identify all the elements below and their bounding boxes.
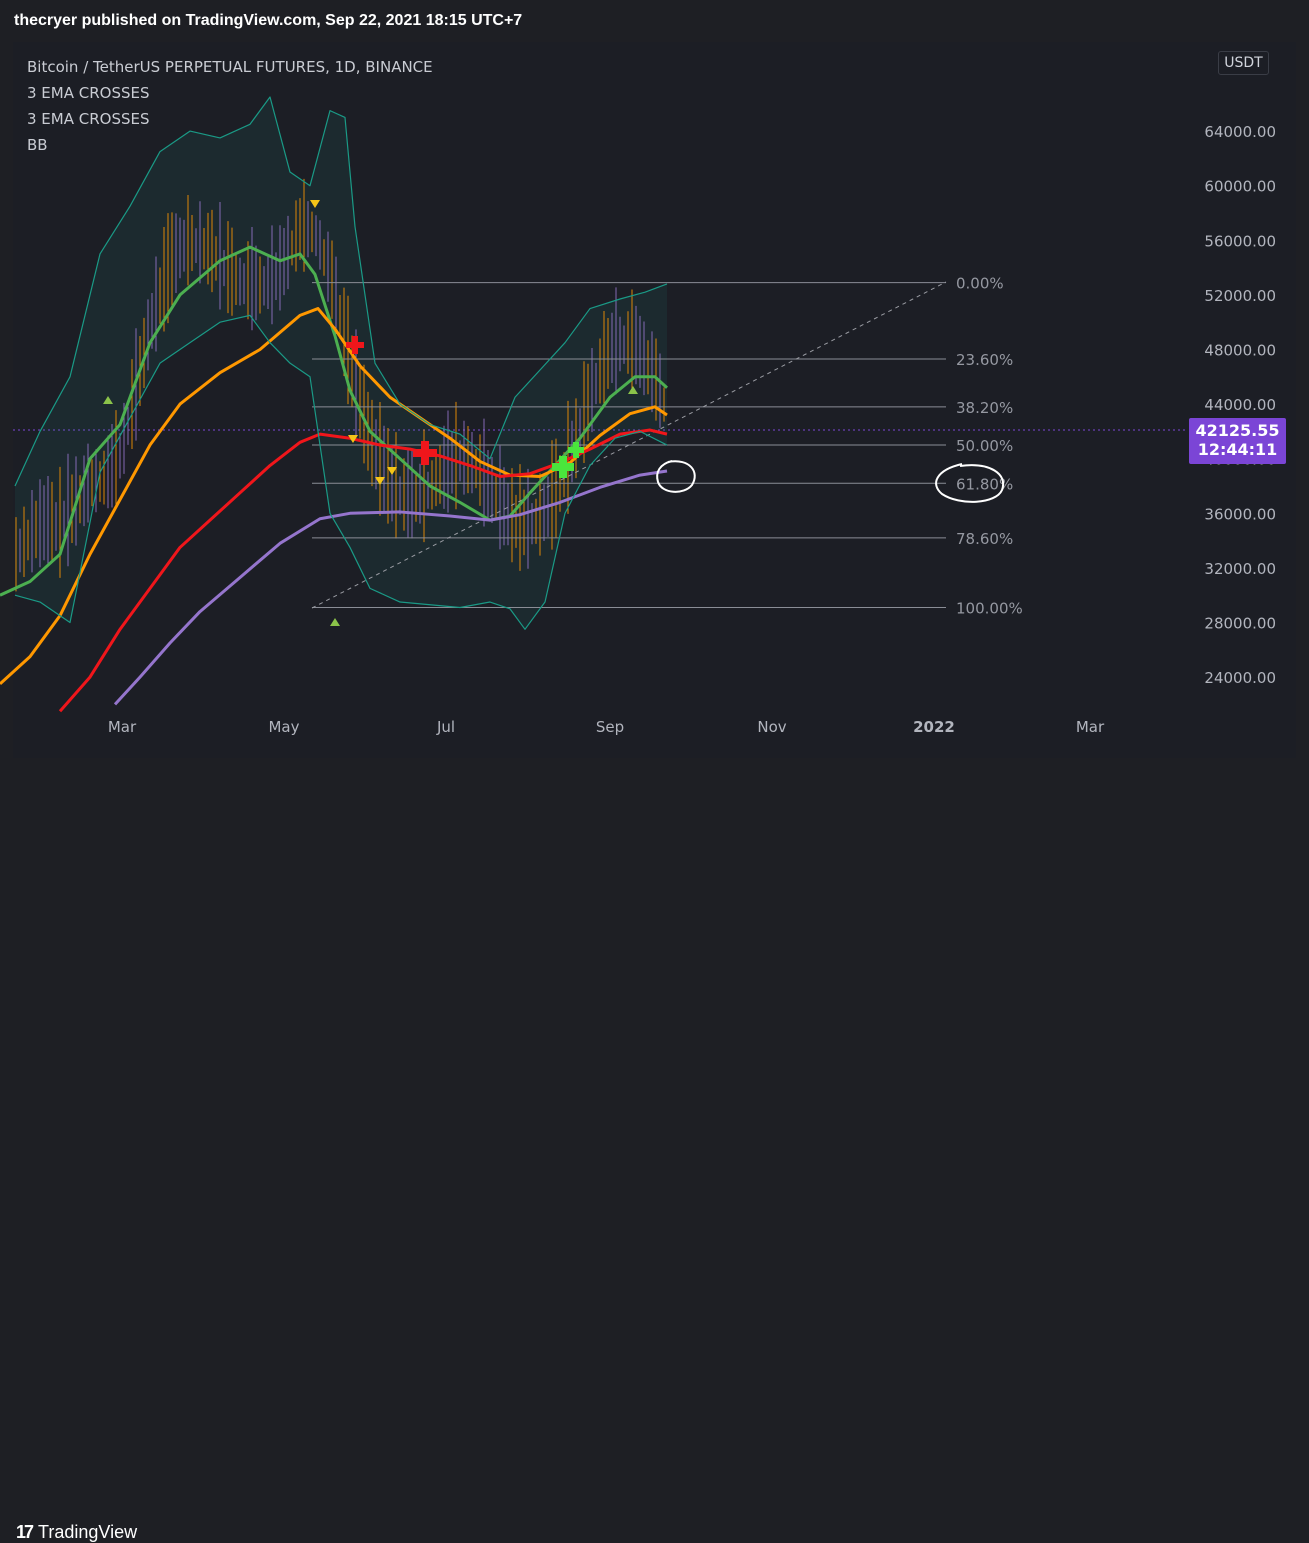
bar-countdown: 12:44:11 bbox=[1197, 440, 1278, 459]
indicator-label[interactable]: 3 EMA CROSSES bbox=[27, 106, 433, 132]
top-bar: thecryer published on TradingView.com, S… bbox=[0, 0, 1309, 42]
symbol-title[interactable]: Bitcoin / TetherUS PERPETUAL FUTURES, 1D… bbox=[27, 54, 433, 80]
current-price: 42125.55 bbox=[1195, 421, 1280, 440]
chart-legend: Bitcoin / TetherUS PERPETUAL FUTURES, 1D… bbox=[27, 54, 433, 158]
currency-button[interactable]: USDT bbox=[1218, 51, 1269, 75]
publisher-caption: thecryer published on TradingView.com, S… bbox=[14, 12, 523, 29]
tradingview-logo-text: TradingView bbox=[38, 1522, 138, 1542]
indicator-label[interactable]: BB bbox=[27, 132, 433, 158]
tradingview-logo[interactable]: 17 TradingView bbox=[16, 1522, 137, 1543]
indicator-label[interactable]: 3 EMA CROSSES bbox=[27, 80, 433, 106]
tradingview-logo-icon: 17 bbox=[16, 1522, 34, 1542]
bottom-bar: 17 TradingView bbox=[0, 758, 1309, 1542]
current-price-tag: 42125.55 12:44:11 bbox=[1189, 418, 1286, 464]
